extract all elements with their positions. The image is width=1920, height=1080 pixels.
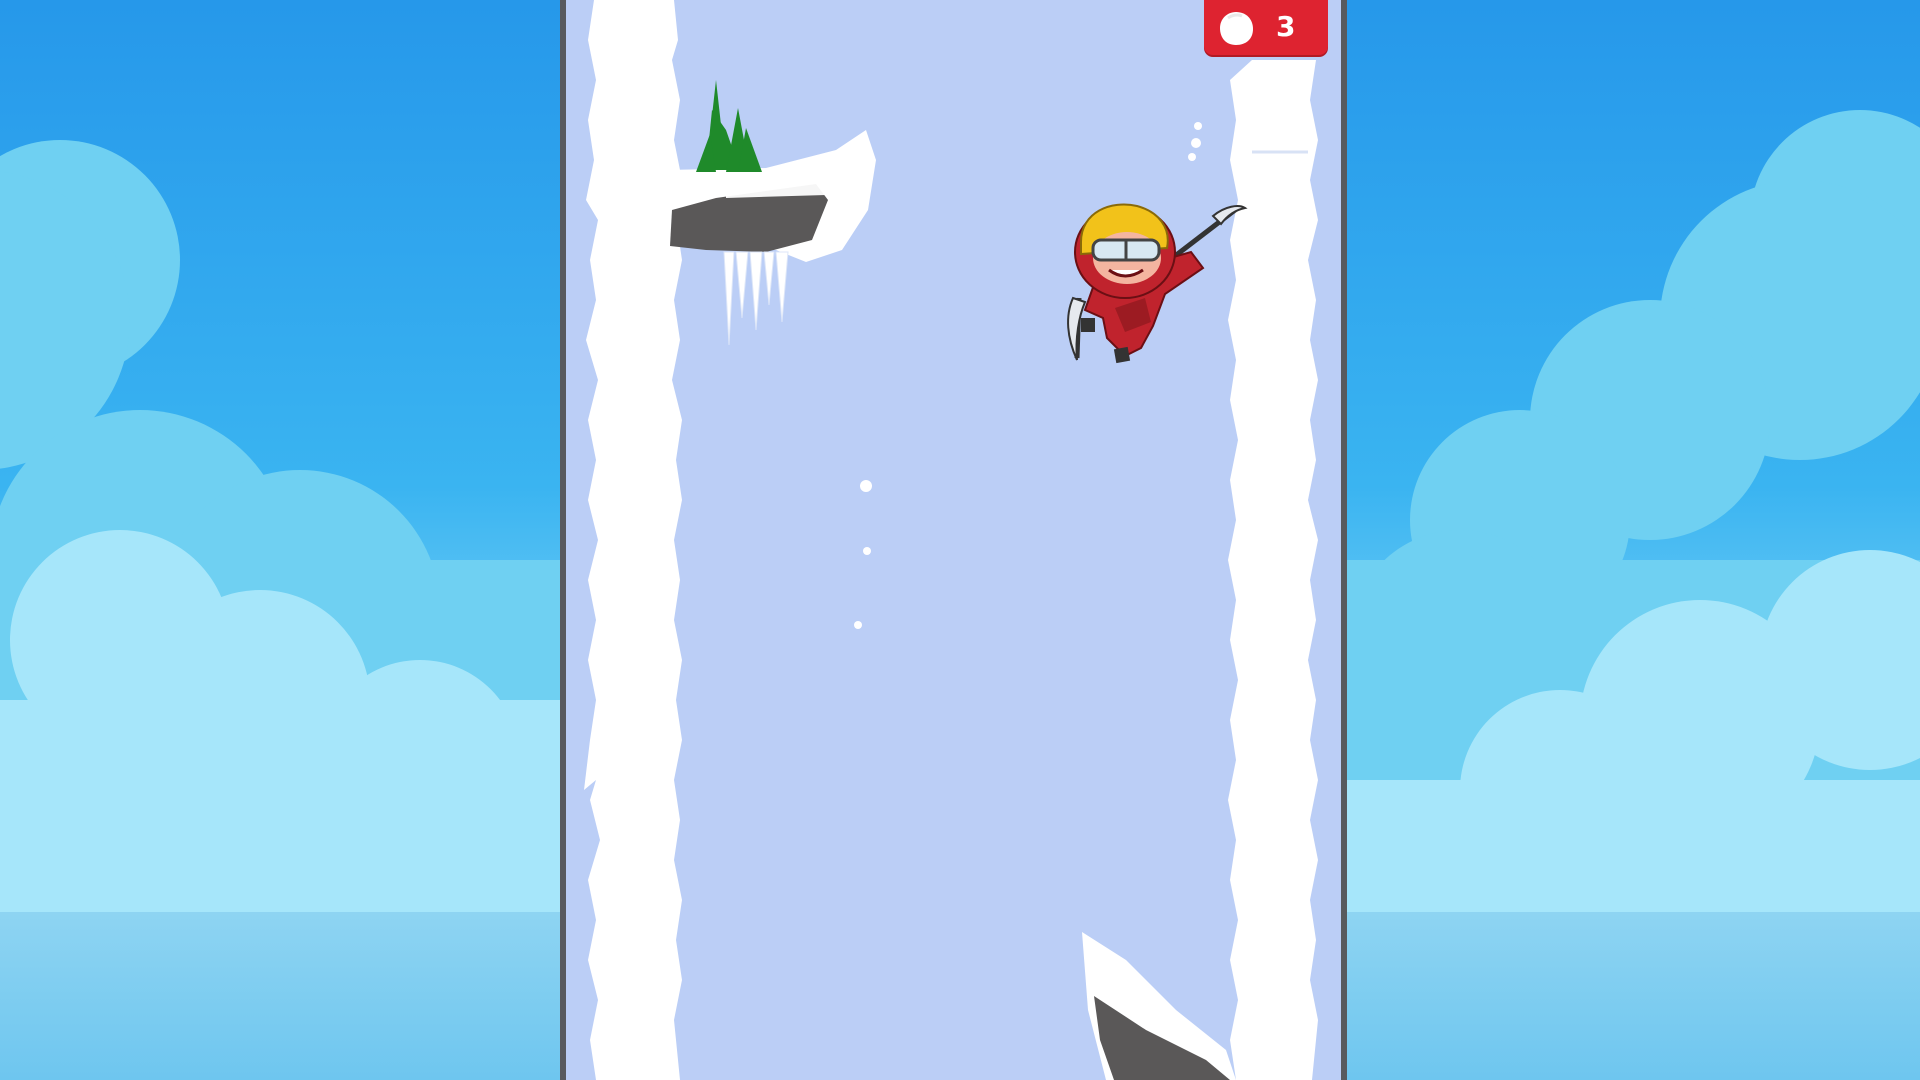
snowball-icon	[1220, 12, 1253, 45]
ice-well-playfield[interactable]	[566, 0, 1341, 1080]
score-count: 3	[1276, 10, 1296, 43]
left-ice-wall	[584, 0, 682, 1080]
ice-climber-character	[1067, 203, 1248, 364]
score-panel: 3	[1204, 0, 1328, 55]
